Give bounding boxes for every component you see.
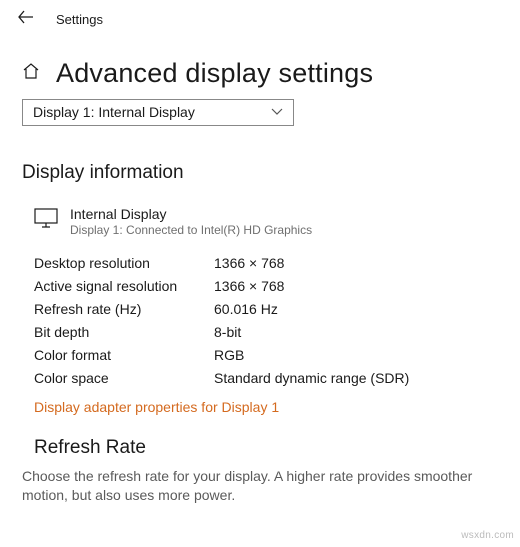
monitor-name: Internal Display: [70, 206, 312, 222]
titlebar: Settings: [0, 0, 520, 34]
display-info-table: Desktop resolution 1366 × 768 Active sig…: [34, 251, 520, 389]
info-value: Standard dynamic range (SDR): [214, 370, 409, 386]
home-icon[interactable]: [22, 62, 40, 85]
page-heading-row: Advanced display settings: [0, 34, 520, 97]
titlebar-label: Settings: [56, 12, 103, 27]
adapter-properties-link[interactable]: Display adapter properties for Display 1: [34, 399, 279, 415]
table-row: Desktop resolution 1366 × 768: [34, 251, 520, 274]
table-row: Active signal resolution 1366 × 768: [34, 274, 520, 297]
info-value: RGB: [214, 347, 244, 363]
table-row: Bit depth 8-bit: [34, 320, 520, 343]
monitor-sub: Display 1: Connected to Intel(R) HD Grap…: [70, 223, 312, 237]
chevron-down-icon: [271, 105, 283, 119]
monitor-row: Internal Display Display 1: Connected to…: [34, 206, 520, 237]
info-value: 60.016 Hz: [214, 301, 278, 317]
watermark: wsxdn.com: [461, 530, 514, 541]
info-value: 1366 × 768: [214, 278, 284, 294]
display-select[interactable]: Display 1: Internal Display: [22, 99, 294, 126]
table-row: Refresh rate (Hz) 60.016 Hz: [34, 297, 520, 320]
info-label: Color space: [34, 370, 214, 386]
table-row: Color space Standard dynamic range (SDR): [34, 366, 520, 389]
display-info-title: Display information: [22, 162, 520, 184]
refresh-rate-title: Refresh Rate: [34, 437, 520, 459]
back-icon[interactable]: [18, 10, 34, 28]
info-value: 1366 × 768: [214, 255, 284, 271]
info-label: Color format: [34, 347, 214, 363]
info-value: 8-bit: [214, 324, 241, 340]
monitor-icon: [34, 206, 58, 230]
info-label: Refresh rate (Hz): [34, 301, 214, 317]
table-row: Color format RGB: [34, 343, 520, 366]
info-label: Desktop resolution: [34, 255, 214, 271]
page-title: Advanced display settings: [56, 58, 373, 89]
info-label: Bit depth: [34, 324, 214, 340]
refresh-rate-desc: Choose the refresh rate for your display…: [22, 467, 482, 506]
info-label: Active signal resolution: [34, 278, 214, 294]
display-select-value: Display 1: Internal Display: [33, 104, 195, 120]
